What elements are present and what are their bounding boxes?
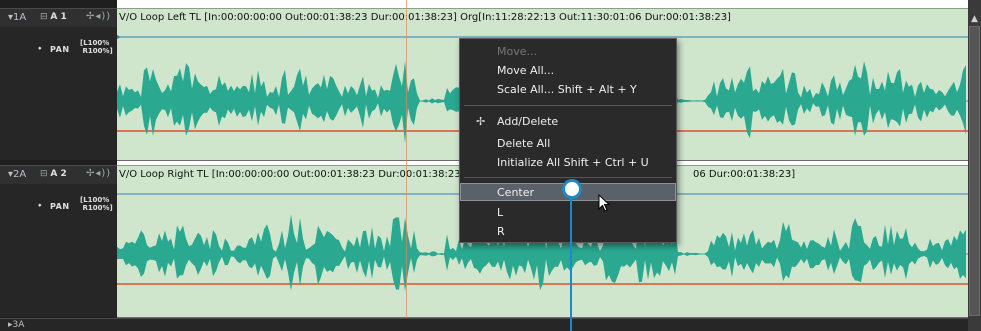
clip-title: V/O Loop Right TL [In:00:00:00:00 Out:00…: [119, 169, 465, 180]
pan-value-bottom: R100%: [82, 204, 110, 212]
channel-label[interactable]: ⊟ A 2: [40, 169, 67, 179]
menu-item-label: R: [497, 225, 505, 238]
track-id: 2A: [13, 169, 27, 180]
pan-value-top: L100%: [83, 39, 110, 47]
track-toggle-icons[interactable]: ✢◂)): [86, 11, 111, 22]
sync-icon: ✢: [86, 11, 96, 22]
menu-item-add-delete[interactable]: ✢ Add/Delete: [460, 113, 676, 131]
scroll-thumb[interactable]: [969, 26, 980, 316]
sync-icon: ✢: [86, 168, 96, 179]
menu-item-r[interactable]: R: [460, 223, 676, 241]
clip-title: V/O Loop Left TL [In:00:00:00:00 Out:00:…: [119, 12, 731, 23]
menu-item-label: Delete All: [497, 137, 551, 150]
track-toggle-icons[interactable]: ✢◂)): [86, 168, 111, 179]
menu-item-label: Add/Delete: [497, 115, 559, 128]
menu-item-label: Center: [497, 186, 535, 199]
pan-label: PAN: [50, 202, 70, 211]
track-label-2a[interactable]: ▾2A: [8, 169, 26, 180]
track-header-3a[interactable]: ▸3A: [0, 318, 968, 331]
track-id: 1A: [13, 12, 27, 23]
pan-value: [L100% R100%]: [80, 39, 113, 55]
clip-title-tail: 06 Dur:00:01:38:23]: [693, 169, 796, 180]
channel-name: A 1: [50, 12, 67, 22]
menu-item-label: Move All...: [497, 64, 555, 77]
pan-label: PAN: [50, 45, 70, 54]
callout-line: [570, 195, 572, 331]
menu-item-move[interactable]: Move...: [460, 43, 676, 61]
mouse-pointer-icon: [598, 194, 611, 212]
vertical-scrollbar[interactable]: ▲: [968, 0, 981, 331]
pan-value-top: L100%: [83, 196, 110, 204]
keyframe-icon[interactable]: ⬩: [38, 43, 42, 54]
speaker-icon: ◂)): [95, 168, 112, 179]
menu-separator: [464, 105, 672, 106]
menu-item-scale-all[interactable]: Scale All... Shift + Alt + Y: [460, 81, 676, 99]
menu-item-initialize-all[interactable]: Initialize All Shift + Ctrl + U: [460, 154, 676, 172]
patch-icon: ⊟: [40, 169, 48, 179]
timeline-window: ▾1A ⊟ A 1 ✢◂)) ⬩ PAN [L100% R100%] ▾2A ⊟…: [0, 0, 981, 331]
speaker-icon: ◂)): [95, 11, 112, 22]
keyframe-icon[interactable]: ⬩: [38, 200, 42, 211]
menu-item-label: Scale All... Shift + Alt + Y: [497, 83, 637, 96]
track-header-2a[interactable]: ▾2A ⊟ A 2 ✢◂)) ⬩ PAN [L100% R100%]: [0, 165, 117, 317]
add-delete-keyframe-icon: ✢: [476, 115, 486, 128]
callout-marker: [562, 179, 582, 199]
track-header-bar: ▾1A ⊟ A 1 ✢◂)): [0, 9, 117, 27]
menu-item-l[interactable]: L: [460, 204, 676, 222]
track-id: 3A: [12, 320, 25, 330]
track-label-1a[interactable]: ▾1A: [8, 12, 26, 23]
menu-item-label: Initialize All Shift + Ctrl + U: [497, 156, 649, 169]
menu-item-label: Move...: [497, 45, 537, 58]
patch-icon: ⊟: [40, 12, 48, 22]
menu-item-label: L: [497, 206, 504, 219]
pan-value-bottom: R100%: [82, 47, 110, 55]
menu-item-delete-all[interactable]: Delete All: [460, 135, 676, 153]
track-label-3a[interactable]: ▸3A: [8, 320, 24, 330]
pan-value: [L100% R100%]: [80, 196, 113, 212]
scroll-up-icon[interactable]: ▲: [969, 14, 980, 24]
channel-label[interactable]: ⊟ A 1: [40, 12, 67, 22]
volume-line-start-marker: [117, 35, 121, 39]
timeline-cursor[interactable]: [406, 0, 407, 331]
track-header-bar: ▾2A ⊟ A 2 ✢◂)): [0, 166, 117, 184]
context-menu: Move... Move All... Scale All... Shift +…: [459, 38, 677, 243]
track-header-1a[interactable]: ▾1A ⊟ A 1 ✢◂)) ⬩ PAN [L100% R100%]: [0, 8, 117, 160]
channel-name: A 2: [50, 169, 67, 179]
menu-separator: [464, 177, 672, 178]
menu-item-move-all[interactable]: Move All...: [460, 62, 676, 80]
